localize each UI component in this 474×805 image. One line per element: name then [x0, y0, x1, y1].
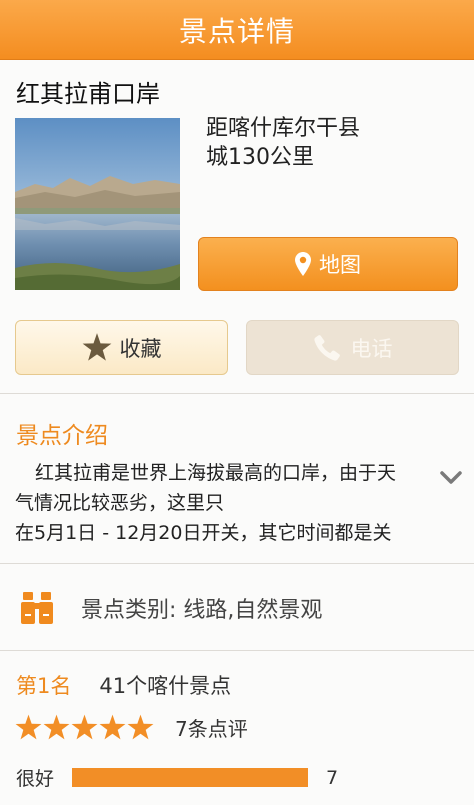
- location-pin-icon: [295, 252, 311, 276]
- distance-line-2: 城130公里: [206, 145, 314, 170]
- phone-button-label: 电话: [350, 336, 393, 361]
- map-button[interactable]: 地图: [198, 237, 458, 291]
- rating-breakdown-row: 很好 7: [16, 764, 456, 791]
- rating-bar: [72, 768, 308, 787]
- intro-title: 景点介绍: [16, 423, 108, 449]
- intro-line-2: 气情况比较恶劣，这里只: [15, 492, 225, 514]
- rating-stars-row: 7条点评: [15, 713, 248, 742]
- ranking-row: 第1名 41个喀什景点: [16, 670, 231, 700]
- binoculars-icon: [21, 592, 53, 624]
- rating-count: 7: [326, 766, 339, 789]
- star-icon: [99, 714, 126, 740]
- intro-line-3: 在5月1日 - 12月20日开关，其它时间都是关: [15, 522, 392, 544]
- header-bar: 景点详情: [0, 0, 474, 60]
- rating-stars: [15, 714, 155, 741]
- map-button-label: 地图: [319, 253, 361, 277]
- favorite-button[interactable]: 收藏: [15, 320, 228, 375]
- phone-icon: [313, 334, 340, 361]
- spot-name: 红其拉甫口岸: [16, 80, 160, 108]
- landscape-image: [15, 118, 180, 290]
- phone-button[interactable]: 电话: [246, 320, 459, 375]
- intro-line-1: 红其拉甫是世界上海拔最高的口岸，由于天: [35, 462, 397, 484]
- star-icon: [82, 333, 111, 361]
- category-row: 景点类别: 线路,自然景观: [19, 590, 322, 626]
- favorite-button-label: 收藏: [119, 336, 162, 361]
- rank-number: 第1名: [16, 674, 72, 698]
- intro-text: 红其拉甫是世界上海拔最高的口岸，由于天 气情况比较恶劣，这里只 在5月1日 - …: [15, 458, 445, 548]
- rank-description: 41个喀什景点: [99, 674, 232, 698]
- rating-label: 很好: [16, 768, 55, 790]
- review-count[interactable]: 7条点评: [175, 713, 248, 742]
- star-icon: [15, 714, 42, 740]
- star-icon: [71, 714, 98, 740]
- star-icon: [127, 714, 154, 740]
- distance-line-1: 距喀什库尔干县: [206, 116, 361, 141]
- divider: [0, 650, 474, 651]
- category-label: 景点类别: 线路,自然景观: [81, 598, 323, 623]
- spot-photo[interactable]: [15, 118, 180, 290]
- rating-bar-fill: [72, 768, 308, 787]
- star-icon: [43, 714, 70, 740]
- divider: [0, 563, 474, 564]
- chevron-down-icon[interactable]: [440, 470, 462, 486]
- divider: [0, 393, 474, 394]
- distance-info: 距喀什库尔干县 城130公里: [206, 114, 406, 172]
- page-title: 景点详情: [178, 14, 295, 48]
